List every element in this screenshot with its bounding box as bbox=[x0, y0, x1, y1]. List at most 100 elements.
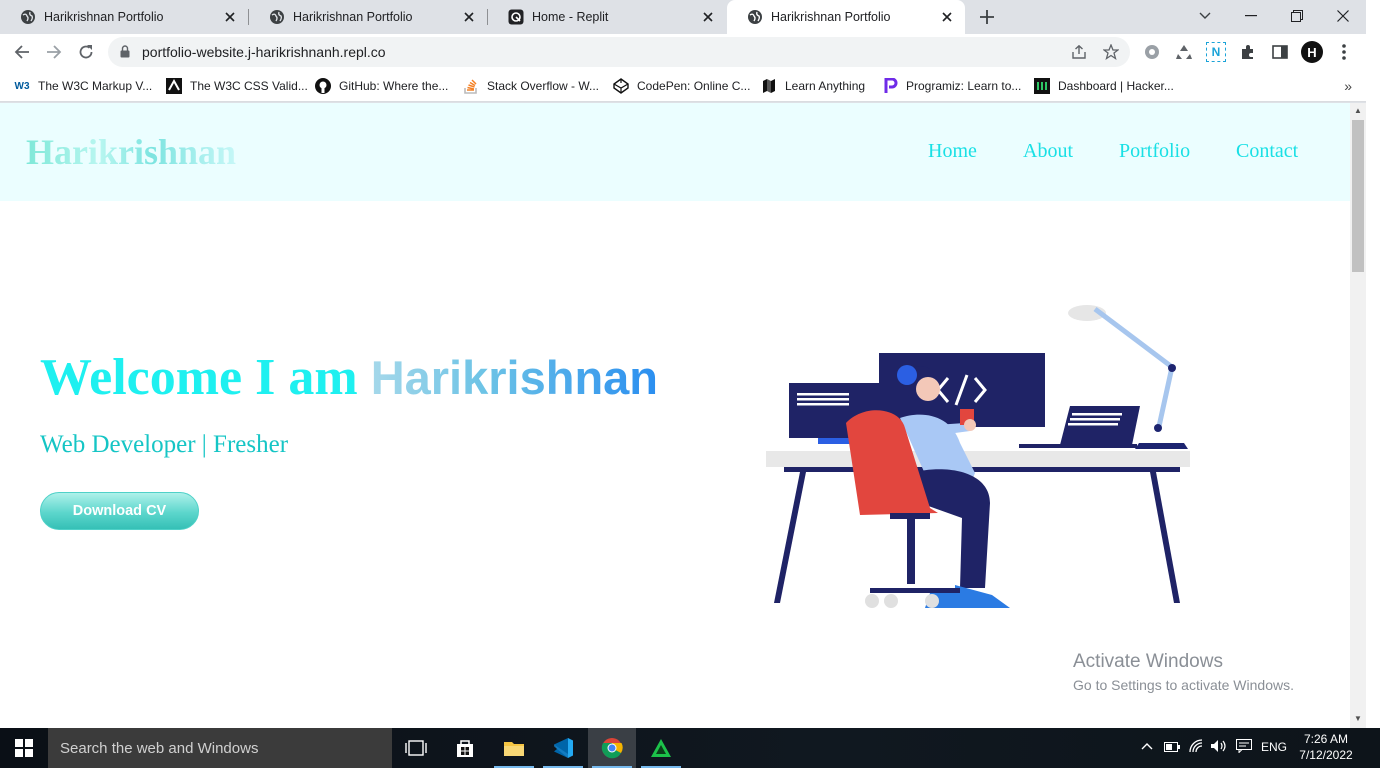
puzzle-extensions-icon[interactable] bbox=[1238, 42, 1258, 62]
tab-2[interactable]: Harikrishnan Portfolio bbox=[249, 0, 487, 34]
watermark-subtitle: Go to Settings to activate Windows. bbox=[1073, 677, 1294, 693]
system-clock[interactable]: 7:26 AM 7/12/2022 bbox=[1296, 731, 1356, 763]
side-panel-icon[interactable] bbox=[1270, 42, 1290, 62]
vscode-icon[interactable] bbox=[539, 728, 587, 768]
file-explorer-icon[interactable] bbox=[490, 728, 538, 768]
taskbar-search-box[interactable]: Search the web and Windows bbox=[48, 728, 392, 768]
battery-icon[interactable] bbox=[1164, 741, 1180, 755]
tab-4-active[interactable]: Harikrishnan Portfolio bbox=[727, 0, 965, 34]
globe-icon bbox=[20, 9, 36, 25]
back-arrow-icon[interactable] bbox=[10, 40, 34, 64]
globe-icon bbox=[747, 9, 763, 25]
volume-icon[interactable] bbox=[1210, 739, 1228, 756]
green-triangle-app-icon[interactable] bbox=[637, 728, 685, 768]
bookmark-label: Programiz: Learn to... bbox=[906, 79, 1022, 93]
share-icon[interactable] bbox=[1070, 43, 1088, 61]
tab-3[interactable]: Home - Replit bbox=[488, 0, 726, 34]
task-view-icon[interactable] bbox=[392, 728, 440, 768]
hero-title: Welcome I am Harikrishnan bbox=[40, 348, 658, 407]
codepen-icon bbox=[613, 78, 629, 94]
scrollbar-thumb[interactable] bbox=[1352, 120, 1364, 272]
extension-gear-icon[interactable] bbox=[1142, 42, 1162, 62]
clock-time: 7:26 AM bbox=[1303, 732, 1349, 746]
bookmark-label: CodePen: Online C... bbox=[637, 79, 751, 93]
bookmark-stackoverflow[interactable]: Stack Overflow - W... bbox=[463, 77, 599, 95]
kebab-menu-icon[interactable] bbox=[1334, 42, 1354, 62]
close-window-icon[interactable] bbox=[1329, 4, 1357, 28]
restore-icon[interactable] bbox=[1283, 4, 1311, 28]
forward-arrow-icon[interactable] bbox=[42, 40, 66, 64]
map-icon bbox=[761, 78, 777, 94]
bookmark-w3c-css[interactable]: The W3C CSS Valid... bbox=[166, 77, 308, 95]
hackerrank-icon bbox=[1034, 78, 1050, 94]
minimize-icon[interactable] bbox=[1237, 4, 1265, 28]
windows-start-icon[interactable] bbox=[0, 728, 48, 768]
tab-title: Harikrishnan Portfolio bbox=[44, 10, 164, 24]
new-tab-button[interactable] bbox=[977, 7, 997, 27]
bookmarks-overflow-chevron[interactable]: » bbox=[1344, 78, 1352, 94]
recycle-extension-icon[interactable] bbox=[1174, 42, 1194, 62]
tab-title: Harikrishnan Portfolio bbox=[293, 10, 413, 24]
reload-icon[interactable] bbox=[74, 40, 98, 64]
download-cv-button[interactable]: Download CV bbox=[40, 492, 199, 530]
browser-toolbar: portfolio-website.j-harikrishnanh.repl.c… bbox=[0, 34, 1380, 70]
star-bookmark-icon[interactable] bbox=[1102, 43, 1120, 61]
nav-contact[interactable]: Contact bbox=[1236, 140, 1298, 163]
scroll-down-arrow-icon[interactable]: ▼ bbox=[1354, 714, 1362, 723]
site-header: Harikrishnan Home About Portfolio Contac… bbox=[0, 103, 1350, 201]
bookmark-label: The W3C CSS Valid... bbox=[190, 79, 308, 93]
web-page: Harikrishnan Home About Portfolio Contac… bbox=[0, 103, 1350, 728]
hero-greeting: Welcome I am bbox=[40, 349, 371, 406]
notifications-icon[interactable] bbox=[1236, 739, 1252, 756]
bookmark-w3c-markup[interactable]: W3 The W3C Markup V... bbox=[14, 77, 153, 95]
close-icon[interactable] bbox=[700, 9, 716, 25]
close-icon[interactable] bbox=[222, 9, 238, 25]
chrome-taskbar-icon[interactable] bbox=[588, 728, 636, 768]
bookmark-label: Stack Overflow - W... bbox=[487, 79, 600, 93]
scroll-up-arrow-icon[interactable]: ▲ bbox=[1354, 106, 1362, 115]
page-scrollbar[interactable]: ▲ ▼ bbox=[1350, 103, 1366, 728]
watermark-title: Activate Windows bbox=[1073, 651, 1223, 672]
bookmark-label: GitHub: Where the... bbox=[339, 79, 449, 93]
show-hidden-icons-chevron[interactable] bbox=[1141, 739, 1153, 753]
nav-about[interactable]: About bbox=[1023, 140, 1073, 163]
bookmark-label: The W3C Markup V... bbox=[38, 79, 153, 93]
profile-avatar[interactable]: H bbox=[1301, 41, 1323, 63]
close-icon[interactable] bbox=[461, 9, 477, 25]
address-bar[interactable]: portfolio-website.j-harikrishnanh.repl.c… bbox=[108, 37, 1130, 67]
tab-title: Harikrishnan Portfolio bbox=[771, 10, 891, 24]
bookmark-codepen[interactable]: CodePen: Online C... bbox=[613, 77, 750, 95]
lock-icon[interactable] bbox=[120, 45, 130, 63]
stackoverflow-icon bbox=[463, 78, 479, 94]
windows-taskbar: Search the web and Windows ENG 7:26 AM 7… bbox=[0, 728, 1380, 768]
clock-date: 7/12/2022 bbox=[1299, 748, 1353, 762]
store-icon[interactable] bbox=[441, 728, 489, 768]
window-edge bbox=[1366, 0, 1380, 728]
developer-at-desk-illustration bbox=[766, 305, 1190, 608]
tab-search-chevron-icon[interactable] bbox=[1191, 4, 1219, 28]
bookmark-learn-anything[interactable]: Learn Anything bbox=[761, 77, 865, 95]
bookmark-hackerrank[interactable]: Dashboard | Hacker... bbox=[1034, 77, 1174, 95]
notion-extension-icon[interactable]: N bbox=[1206, 42, 1226, 62]
replit-icon bbox=[508, 9, 524, 25]
bookmark-label: Learn Anything bbox=[785, 79, 866, 93]
site-logo[interactable]: Harikrishnan bbox=[26, 131, 236, 173]
url-text: portfolio-website.j-harikrishnanh.repl.c… bbox=[142, 44, 386, 60]
nav-portfolio[interactable]: Portfolio bbox=[1119, 140, 1190, 163]
bookmark-label: Dashboard | Hacker... bbox=[1058, 79, 1174, 93]
w3c-icon: W3 bbox=[14, 80, 30, 92]
bookmark-programiz[interactable]: Programiz: Learn to... bbox=[882, 77, 1021, 95]
input-language[interactable]: ENG bbox=[1261, 740, 1287, 754]
nav-home[interactable]: Home bbox=[928, 140, 977, 163]
hero-subtitle: Web Developer | Fresher bbox=[40, 431, 289, 458]
globe-icon bbox=[269, 9, 285, 25]
bookmark-github[interactable]: GitHub: Where the... bbox=[315, 77, 448, 95]
css-validator-icon bbox=[166, 78, 182, 94]
close-icon[interactable] bbox=[939, 9, 955, 25]
hero-name: Harikrishnan bbox=[370, 351, 659, 404]
tab-1[interactable]: Harikrishnan Portfolio bbox=[0, 0, 248, 34]
profile-initial: H bbox=[1307, 44, 1317, 60]
programiz-icon bbox=[882, 78, 898, 94]
wifi-icon[interactable] bbox=[1189, 739, 1205, 756]
activate-windows-watermark: Activate Windows Go to Settings to activ… bbox=[1073, 651, 1294, 693]
